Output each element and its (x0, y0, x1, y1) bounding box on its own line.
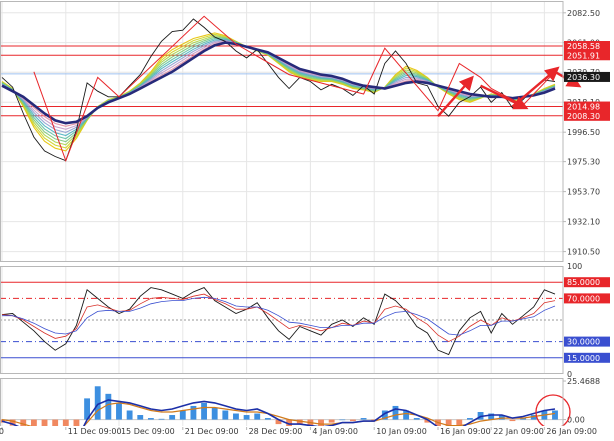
macd-bar-14 (147, 418, 154, 420)
x-tick-label-2: 15 Dec 09:00 (121, 427, 175, 436)
osc-tick-label-5: 15.0000 (567, 354, 600, 363)
macd-bar-23 (243, 415, 250, 420)
price-tick-label-0: 2082.50 (567, 9, 600, 18)
macd-bar-37 (392, 405, 399, 420)
price-tick-label-6: 1953.70 (567, 188, 600, 197)
osc-line-1 (1, 293, 556, 343)
x-tick-label-7: 16 Jan 09:00 (440, 427, 491, 436)
price-tick-label-8: 1910.50 (567, 248, 600, 257)
level-tag-label-1: 2051.91 (567, 51, 600, 60)
macd-bar-34 (360, 418, 367, 420)
macd-tick-label-0: 25.4688 (567, 377, 600, 386)
chart-svg: 2082.502061.002039.702018.101996.501975.… (0, 1, 614, 441)
level-tag-label-0: 2058.58 (567, 42, 600, 51)
ribbon-line-5 (1, 39, 556, 137)
macd-bar-32 (339, 419, 346, 421)
macd-bar-31 (328, 419, 335, 423)
macd-bar-33 (350, 419, 356, 422)
ribbon-line-8 (1, 41, 556, 127)
price-tick-label-7: 1932.10 (567, 218, 600, 227)
price-tick-label-4: 1996.50 (567, 128, 600, 137)
chart-root: 2082.502061.002039.702018.101996.501975.… (0, 0, 614, 441)
x-tick-label-6: 10 Jan 09:00 (376, 427, 427, 436)
macd-bar-52 (552, 410, 558, 420)
macd-bar-22 (233, 413, 239, 420)
x-tick-label-1: 11 Dec 09:00 (68, 427, 122, 436)
macd-bar-18 (190, 405, 197, 420)
macd-bar-11 (116, 402, 122, 420)
macd-bar-17 (179, 410, 186, 420)
macd-bar-25 (264, 418, 271, 420)
x-tick-label-5: 4 Jan 09:00 (312, 427, 358, 436)
macd-bar-13 (137, 415, 144, 420)
ribbon-line-2 (1, 35, 556, 146)
macd-bar-15 (158, 418, 165, 420)
price-close-line (1, 18, 556, 162)
macd-bar-10 (105, 393, 112, 420)
macd-bar-19 (201, 402, 207, 420)
x-tick-label-4: 28 Dec 09:00 (249, 427, 303, 436)
ribbon-line-3 (1, 36, 556, 143)
macd-bar-48 (509, 419, 516, 422)
panel-frame-0 (0, 1, 564, 262)
level-tag-label-4: 2008.30 (567, 112, 600, 121)
x-tick-label-9: 26 Jan 09:00 (546, 427, 597, 436)
x-tick-label-0: 7 Dec 09:00 (0, 427, 4, 436)
macd-bar-24 (254, 413, 261, 420)
zigzag-line (33, 15, 556, 163)
x-tick-label-8: 22 Jan 09:00 (493, 427, 544, 436)
price-tick-label-5: 1975.30 (567, 158, 600, 167)
macd-bar-44 (466, 418, 473, 420)
osc-tick-label-2: 70.0000 (567, 294, 600, 303)
macd-bar-20 (211, 407, 218, 420)
osc-tick-label-1: 85.0000 (567, 278, 600, 287)
macd-bar-16 (169, 415, 176, 420)
macd-bar-39 (413, 418, 420, 420)
osc-tick-label-0: 100 (567, 262, 582, 271)
level-tag-label-3: 2014.98 (567, 103, 600, 112)
level-tag-label-2: 2036.30 (567, 73, 600, 82)
x-tick-label-3: 21 Dec 09:00 (185, 427, 239, 436)
osc-tick-label-4: 30.0000 (567, 338, 600, 347)
macd-bar-12 (126, 410, 133, 420)
macd-bar-21 (222, 410, 229, 420)
